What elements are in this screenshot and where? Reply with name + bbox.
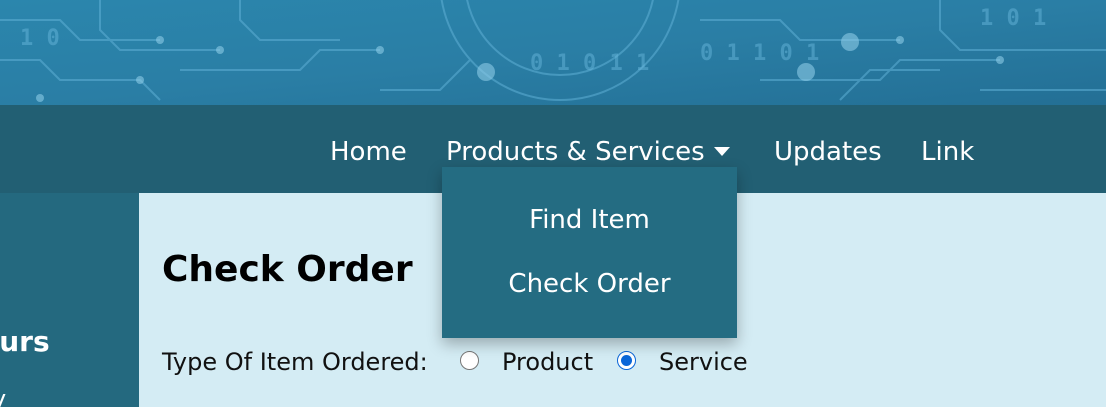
svg-text:1 0: 1 0 [20, 26, 60, 51]
service-radio-label[interactable]: Service [659, 348, 748, 376]
nav-products-services-link[interactable]: Products & Services [446, 137, 730, 167]
circuit-background-image: 0 1 0 1 1 0 1 1 0 1 1 0 1 1 0 [0, 0, 1106, 105]
header-banner: 0 1 0 1 1 0 1 1 0 1 1 0 1 1 0 [0, 0, 1106, 105]
product-radio-label[interactable]: Product [502, 348, 593, 376]
svg-text:1 0 1: 1 0 1 [980, 6, 1046, 31]
svg-text:0 1 0 1 1: 0 1 0 1 1 [530, 51, 649, 76]
product-radio[interactable] [460, 351, 479, 370]
service-radio[interactable] [617, 351, 636, 370]
nav-products-services-label: Products & Services [446, 137, 705, 167]
nav-link-link[interactable]: Link [921, 137, 974, 167]
sidebar-heading: ours [0, 325, 50, 358]
item-type-label: Type Of Item Ordered: [162, 348, 428, 376]
left-sidebar: ours y [0, 193, 139, 407]
dropdown-item-check-order[interactable]: Check Order [442, 269, 737, 299]
nav-updates-link[interactable]: Updates [774, 137, 882, 167]
dropdown-item-find-item[interactable]: Find Item [442, 205, 737, 235]
products-services-dropdown: Find Item Check Order [442, 167, 737, 338]
nav-home-link[interactable]: Home [330, 137, 407, 167]
svg-text:0 1 1 0 1: 0 1 1 0 1 [700, 41, 819, 66]
caret-down-icon [713, 146, 730, 156]
page-title: Check Order [162, 249, 413, 290]
sidebar-subtext: y [0, 385, 6, 407]
